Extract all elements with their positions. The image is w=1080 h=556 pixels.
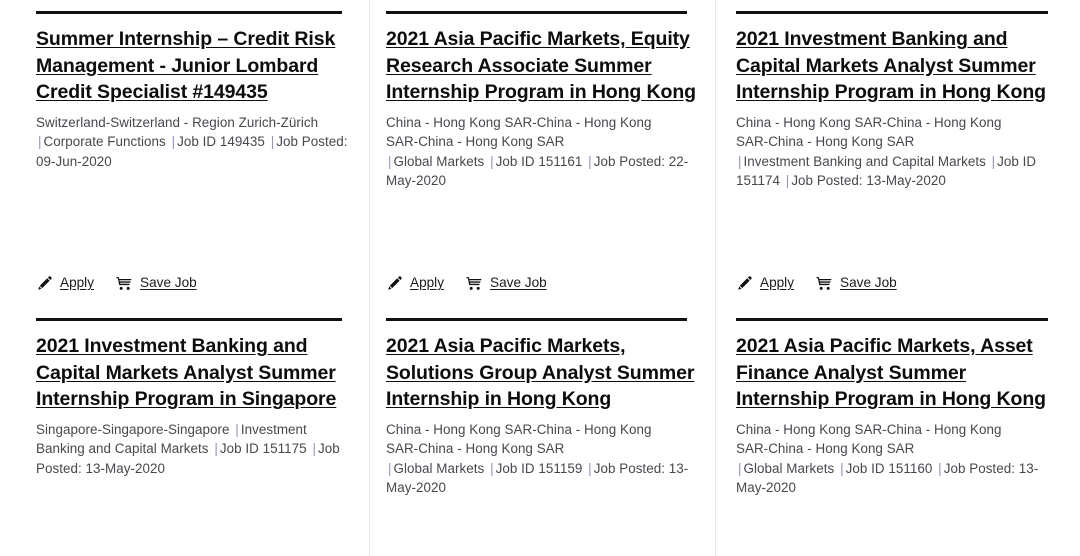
apply-label: Apply (60, 275, 95, 290)
card-top-rule (36, 11, 342, 14)
job-location: China - Hong Kong SAR-China - Hong Kong (736, 421, 1002, 437)
job-id-label: Job ID (997, 153, 1037, 169)
shopping-cart-icon (116, 275, 133, 291)
job-posted-date: 13-May-2020 (866, 173, 946, 188)
job-posted-label: Job Posted: (791, 173, 863, 188)
apply-button[interactable]: Apply (736, 275, 794, 291)
job-id-value: 151159 (538, 460, 583, 476)
apply-button[interactable]: Apply (386, 275, 444, 291)
job-location: China - Hong Kong SAR-China - Hong Kong (736, 114, 1002, 130)
job-location-line2: SAR-China - Hong Kong SAR (386, 134, 565, 149)
shopping-cart-icon (816, 275, 833, 291)
meta-separator: | (738, 153, 742, 169)
job-location-line2: SAR-China - Hong Kong SAR (736, 134, 915, 149)
job-card: 2021 Investment Banking and Capital Mark… (716, 0, 1080, 307)
job-title-link[interactable]: 2021 Asia Pacific Markets, Asset Finance… (736, 333, 1062, 413)
job-id-label: Job ID (495, 153, 535, 169)
job-card: 2021 Asia Pacific Markets, Solutions Gro… (370, 307, 716, 556)
job-id-value: 151161 (538, 153, 583, 169)
job-id-value: 151175 (262, 441, 307, 456)
job-meta: China - Hong Kong SAR-China - Hong Kong … (386, 113, 697, 191)
job-posted-label: Job Posted: (593, 460, 665, 476)
meta-separator: | (490, 460, 494, 476)
job-location: China - Hong Kong SAR-China - Hong Kong (386, 114, 652, 130)
job-department: Investment Banking and Capital Markets (743, 153, 986, 169)
job-location: Singapore-Singapore-Singapore (36, 421, 230, 437)
job-posted-label: Job Posted: (276, 134, 348, 149)
card-top-rule (736, 11, 1048, 14)
job-department: Corporate Functions (43, 134, 166, 149)
meta-separator: | (388, 153, 392, 169)
job-title-link[interactable]: Summer Internship – Credit Risk Manageme… (36, 26, 351, 106)
job-meta: China - Hong Kong SAR-China - Hong Kong … (386, 420, 697, 498)
card-actions: Apply Save Job (736, 275, 897, 291)
save-job-label: Save Job (840, 275, 897, 290)
meta-separator: | (490, 153, 494, 169)
job-id-value: 149435 (219, 134, 265, 149)
job-card: 2021 Investment Banking and Capital Mark… (0, 307, 370, 556)
card-actions: Apply Save Job (36, 275, 197, 291)
job-id-label: Job ID (219, 441, 259, 456)
job-location-line2: SAR-China - Hong Kong SAR (386, 441, 565, 456)
card-top-rule (36, 318, 342, 321)
job-title-link[interactable]: 2021 Investment Banking and Capital Mark… (736, 26, 1062, 106)
job-meta: Singapore-Singapore-Singapore | Investmen… (36, 420, 351, 479)
job-department: Global Markets (393, 153, 485, 169)
meta-separator: | (171, 134, 176, 149)
save-job-label: Save Job (140, 275, 197, 290)
card-top-rule (386, 11, 687, 14)
meta-separator: | (312, 441, 316, 456)
job-id-label: Job ID (495, 460, 535, 476)
job-location: Switzerland-Switzerland - Region Zurich-… (36, 114, 319, 130)
meta-separator: | (38, 134, 42, 149)
pencil-icon (386, 275, 403, 291)
meta-separator: | (388, 460, 392, 476)
meta-separator: | (738, 460, 742, 476)
job-title-link[interactable]: 2021 Investment Banking and Capital Mark… (36, 333, 351, 413)
job-id-label: Job ID (845, 460, 885, 476)
card-top-rule (736, 318, 1048, 321)
pencil-icon (736, 275, 753, 291)
job-title-link[interactable]: 2021 Asia Pacific Markets, Solutions Gro… (386, 333, 697, 413)
job-meta: China - Hong Kong SAR-China - Hong Kong … (736, 113, 1062, 191)
job-card: Summer Internship – Credit Risk Manageme… (0, 0, 370, 307)
meta-separator: | (235, 421, 239, 437)
job-location-line2: SAR-China - Hong Kong SAR (736, 441, 915, 456)
apply-label: Apply (410, 275, 445, 290)
card-top-rule (386, 318, 687, 321)
save-job-label: Save Job (490, 275, 547, 290)
job-posted-date: 09-Jun-2020 (36, 153, 112, 169)
job-card: 2021 Asia Pacific Markets, Equity Resear… (370, 0, 716, 307)
job-department: Global Markets (743, 460, 835, 476)
job-meta: Switzerland-Switzerland - Region Zurich-… (36, 113, 351, 172)
pencil-icon (36, 275, 53, 291)
save-job-button[interactable]: Save Job (816, 275, 897, 291)
job-results-row-2: 2021 Investment Banking and Capital Mark… (0, 307, 1080, 556)
job-id-value: 151160 (888, 460, 933, 476)
job-posted-label: Job Posted: (593, 153, 665, 169)
job-posted-date: 13-May-2020 (85, 460, 165, 476)
job-id-label: Job ID (177, 134, 217, 149)
save-job-button[interactable]: Save Job (466, 275, 547, 291)
job-meta: China - Hong Kong SAR-China - Hong Kong … (736, 420, 1062, 498)
job-card: 2021 Asia Pacific Markets, Asset Finance… (716, 307, 1080, 556)
job-title-link[interactable]: 2021 Asia Pacific Markets, Equity Resear… (386, 26, 697, 106)
job-location: China - Hong Kong SAR-China - Hong Kong (386, 421, 652, 437)
apply-label: Apply (760, 275, 795, 290)
meta-separator: | (588, 153, 592, 169)
apply-button[interactable]: Apply (36, 275, 94, 291)
meta-separator: | (938, 460, 942, 476)
save-job-button[interactable]: Save Job (116, 275, 197, 291)
job-id-value: 151174 (736, 173, 780, 188)
meta-separator: | (214, 441, 218, 456)
job-posted-label: Job Posted: (943, 460, 1015, 476)
job-results-row-1: Summer Internship – Credit Risk Manageme… (0, 0, 1080, 307)
meta-separator: | (840, 460, 844, 476)
meta-separator: | (588, 460, 592, 476)
job-department: Global Markets (393, 460, 485, 476)
shopping-cart-icon (466, 275, 483, 291)
card-actions: Apply Save Job (386, 275, 547, 291)
